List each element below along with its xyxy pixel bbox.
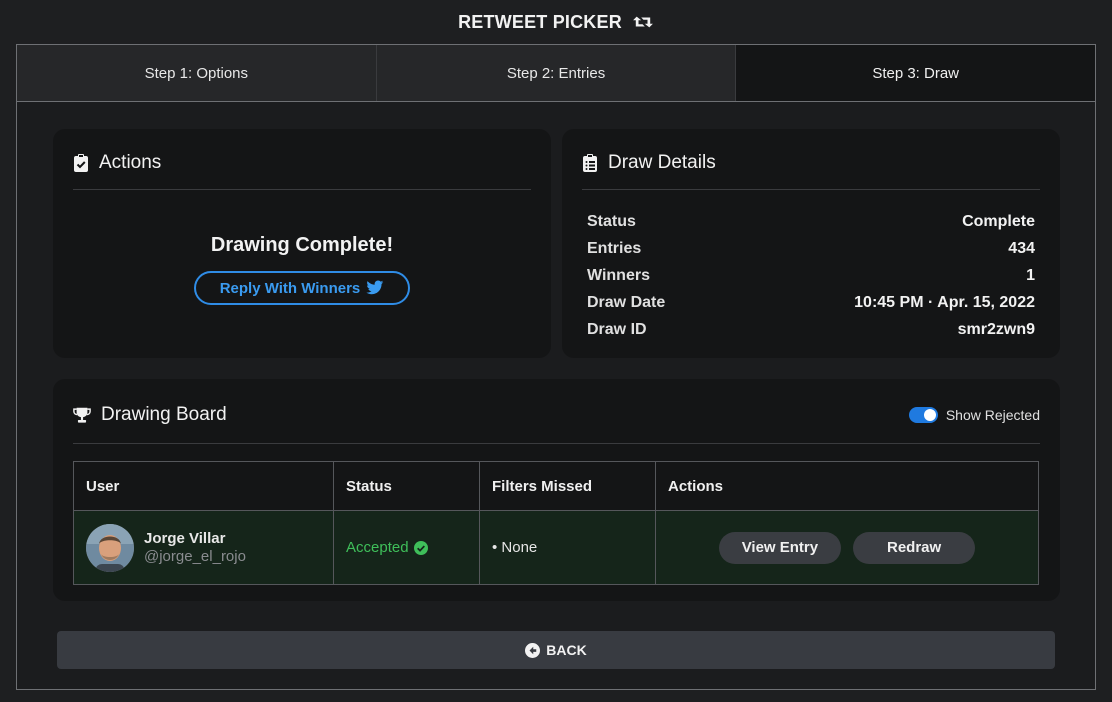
detail-key: Status xyxy=(587,212,636,230)
detail-key: Winners xyxy=(587,266,650,284)
actions-cell: View Entry Redraw xyxy=(655,510,1039,585)
detail-row-winners: Winners 1 xyxy=(587,262,1035,289)
app-title: RETWEET PICKER xyxy=(458,11,622,32)
table-row: Jorge Villar @jorge_el_rojo Accepted • N… xyxy=(73,510,1039,585)
detail-key: Entries xyxy=(587,239,642,257)
detail-row-draw-id: Draw ID smr2zwn9 xyxy=(587,316,1035,343)
reply-button-label: Reply With Winners xyxy=(219,279,361,297)
tab-step-3-draw[interactable]: Step 3: Draw xyxy=(736,45,1096,101)
detail-value: 10:45 PM · Apr. 15, 2022 xyxy=(854,293,1035,311)
column-header-actions: Actions xyxy=(655,461,1039,511)
detail-value: smr2zwn9 xyxy=(957,320,1035,338)
redraw-button[interactable]: Redraw xyxy=(853,531,976,564)
drawing-board-title: Drawing Board xyxy=(101,404,227,425)
check-circle-icon xyxy=(413,540,428,555)
draw-details-list: Status Complete Entries 434 Winners 1 Dr… xyxy=(582,208,1040,343)
user-name[interactable]: Jorge Villar xyxy=(144,530,246,547)
tab-label: Step 2: Entries xyxy=(506,64,606,82)
detail-key: Draw Date xyxy=(587,293,666,311)
user-cell: Jorge Villar @jorge_el_rojo xyxy=(73,510,334,585)
reply-with-winners-button[interactable]: Reply With Winners xyxy=(194,271,410,305)
entries-table: User Status Filters Missed Actions Jorge… xyxy=(73,461,1039,585)
twitter-icon xyxy=(366,280,384,295)
wizard-frame: Step 1: Options Step 2: Entries Step 3: … xyxy=(16,44,1096,690)
detail-key: Draw ID xyxy=(587,320,647,338)
draw-details-card: Draw Details Status Complete Entries 434… xyxy=(562,129,1060,358)
column-header-filters-missed: Filters Missed xyxy=(479,461,656,511)
step-tabs: Step 1: Options Step 2: Entries Step 3: … xyxy=(17,45,1096,102)
toggle-switch[interactable] xyxy=(908,407,938,423)
status-text: Accepted xyxy=(346,539,409,556)
detail-row-draw-date: Draw Date 10:45 PM · Apr. 15, 2022 xyxy=(587,289,1035,316)
back-button[interactable]: BACK xyxy=(57,631,1055,669)
drawing-complete-message: Drawing Complete! xyxy=(210,234,394,256)
toggle-label: Show Rejected xyxy=(945,407,1040,423)
draw-details-header: Draw Details xyxy=(582,149,1040,177)
detail-value: Complete xyxy=(962,212,1035,230)
detail-row-status: Status Complete xyxy=(587,208,1035,235)
clipboard-list-icon xyxy=(582,154,600,172)
arrow-circle-left-icon xyxy=(525,642,541,658)
status-badge: Accepted xyxy=(346,539,428,556)
divider xyxy=(73,443,1040,444)
table-header-row: User Status Filters Missed Actions xyxy=(73,461,1039,511)
tab-step-1-options[interactable]: Step 1: Options xyxy=(17,45,377,101)
column-header-status: Status xyxy=(333,461,480,511)
drawing-board-header: Drawing Board Show Rejected xyxy=(73,399,1040,431)
user-info: Jorge Villar @jorge_el_rojo xyxy=(144,530,246,565)
tab-step-2-entries[interactable]: Step 2: Entries xyxy=(376,45,737,101)
detail-value: 434 xyxy=(1008,239,1035,257)
clipboard-check-icon xyxy=(73,154,91,172)
actions-card: Actions Drawing Complete! Reply With Win… xyxy=(53,129,551,358)
view-entry-button[interactable]: View Entry xyxy=(718,531,841,564)
show-rejected-toggle[interactable]: Show Rejected xyxy=(908,407,1040,423)
filters-missed-cell: • None xyxy=(479,510,656,585)
avatar xyxy=(86,523,134,572)
detail-value: 1 xyxy=(1026,266,1035,284)
app-header: RETWEET PICKER xyxy=(0,0,1112,44)
back-button-label: BACK xyxy=(546,642,587,658)
divider xyxy=(582,189,1040,190)
trophy-icon xyxy=(73,406,91,424)
draw-details-title: Draw Details xyxy=(608,152,716,173)
drawing-board-title-group: Drawing Board xyxy=(73,404,227,426)
retweet-icon xyxy=(633,16,653,28)
tab-label: Step 3: Draw xyxy=(872,64,960,82)
divider xyxy=(73,189,531,190)
drawing-board-card: Drawing Board Show Rejected User Status … xyxy=(53,379,1060,601)
actions-title: Actions xyxy=(99,152,162,173)
actions-card-header: Actions xyxy=(73,149,531,177)
status-cell: Accepted xyxy=(333,510,480,585)
tab-label: Step 1: Options xyxy=(144,64,249,82)
user-handle[interactable]: @jorge_el_rojo xyxy=(144,548,246,565)
column-header-user: User xyxy=(73,461,334,511)
detail-row-entries: Entries 434 xyxy=(587,235,1035,262)
